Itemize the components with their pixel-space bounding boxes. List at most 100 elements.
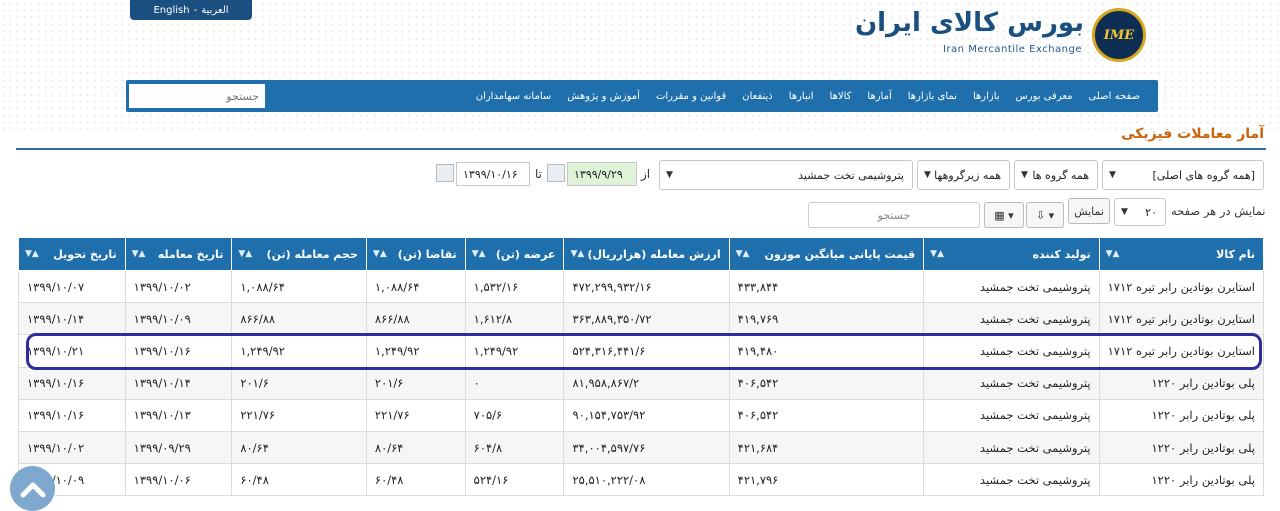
page-size-select[interactable]: ۲۰ ▼ bbox=[1114, 198, 1166, 226]
nav-item-shareholders[interactable]: سامانه سهامداران bbox=[468, 91, 560, 102]
table-row[interactable]: پلی بوتادین رابر ۱۲۲۰ پتروشیمی تخت جمشید ۴… bbox=[18, 398, 1265, 432]
table-cell: ۱۳۹۹/۱۰/۰۷ bbox=[18, 269, 126, 304]
col-header-volume[interactable]: حجم معامله (تن) ▲▼ bbox=[231, 237, 367, 271]
table-cell: ۵۲۴,۳۱۶,۴۴۱/۶ bbox=[563, 334, 730, 368]
ime-logo-icon: IME bbox=[1092, 8, 1146, 62]
col-header-demand[interactable]: تقاضا (تن) ▲▼ bbox=[365, 237, 466, 271]
table-cell: پلی بوتادین رابر ۱۲۲۰ bbox=[1098, 398, 1265, 432]
logo-subtitle: Iran Mercantile Exchange bbox=[942, 44, 1082, 55]
table-cell: ۸۶۶/۸۸ bbox=[231, 302, 367, 336]
nav-item-warehouses[interactable]: انبارها bbox=[781, 91, 822, 102]
sort-icon: ▲▼ bbox=[471, 249, 486, 259]
sort-icon: ▲▼ bbox=[1105, 249, 1120, 259]
page-title: آمار معاملات فیزیکی bbox=[1121, 126, 1264, 142]
sort-icon: ▲▼ bbox=[131, 249, 146, 259]
table-cell: ۸۰/۶۴ bbox=[365, 430, 466, 465]
table-row[interactable]: استایرن بوتادین رابر تیره ۱۷۱۲ پتروشیمی ت… bbox=[18, 302, 1265, 336]
col-header-price[interactable]: قیمت پایانی میانگین موزون ▲▼ bbox=[728, 237, 925, 271]
sort-icon: ▲▼ bbox=[25, 249, 39, 259]
table-header-row: نام کالا ▲▼ تولید کننده ▲▼ قیمت پایانی میا… bbox=[18, 237, 1265, 271]
nav-item-markets[interactable]: بازارها bbox=[965, 91, 1008, 102]
chevron-down-icon: ▼ bbox=[1021, 170, 1028, 180]
table-cell: ۴۰۶,۵۴۲ bbox=[728, 366, 925, 400]
table-row[interactable]: پلی بوتادین رابر ۱۲۲۰ پتروشیمی تخت جمشید ۴… bbox=[18, 463, 1265, 497]
table-cell: استایرن بوتادین رابر تیره ۱۷۱۲ bbox=[1098, 269, 1265, 304]
main-nav: صفحه اصلی معرفی بورس بازارها نمای بازاره… bbox=[126, 80, 1158, 112]
nav-item-about[interactable]: معرفی بورس bbox=[1008, 91, 1081, 102]
table-cell: ۶۰۴/۸ bbox=[464, 430, 565, 465]
table-cell: ۱,۵۳۲/۱۶ bbox=[464, 269, 565, 304]
chevron-down-icon: ▼ bbox=[924, 170, 931, 180]
scroll-to-top-button[interactable] bbox=[10, 466, 55, 511]
export-icon: ⇩ ▾ bbox=[1035, 208, 1055, 222]
table-cell: استایرن بوتادین رابر تیره ۱۷۱۲ bbox=[1098, 334, 1265, 368]
nav-item-market-view[interactable]: نمای بازارها bbox=[900, 91, 965, 102]
table-cell: پتروشیمی تخت جمشید bbox=[923, 269, 1100, 304]
col-header-producer[interactable]: تولید کننده ▲▼ bbox=[923, 237, 1100, 271]
table-row[interactable]: استایرن بوتادین رابر تیره ۱۷۱۲ پتروشیمی ت… bbox=[18, 334, 1265, 368]
table-cell: ۱,۶۱۲/۸ bbox=[464, 302, 565, 336]
from-label: از bbox=[641, 167, 651, 181]
subgroup-select[interactable]: همه زیرگروهها ▼ bbox=[917, 160, 1010, 190]
table-cell: ۰ bbox=[464, 366, 565, 400]
table-cell: پتروشیمی تخت جمشید bbox=[923, 366, 1100, 400]
table-cell: ۱۳۹۹/۱۰/۱۶ bbox=[18, 398, 126, 432]
to-label: تا bbox=[535, 167, 542, 181]
nav-item-home[interactable]: صفحه اصلی bbox=[1081, 91, 1148, 102]
language-switcher[interactable]: English - العربية bbox=[130, 0, 252, 20]
table-row[interactable]: پلی بوتادین رابر ۱۲۲۰ پتروشیمی تخت جمشید ۴… bbox=[18, 366, 1265, 400]
sort-icon: ▲▼ bbox=[372, 249, 387, 259]
table-cell: ۲۲۱/۷۶ bbox=[365, 398, 466, 432]
table-row[interactable]: استایرن بوتادین رابر تیره ۱۷۱۲ پتروشیمی ت… bbox=[18, 269, 1265, 304]
calendar-icon[interactable] bbox=[436, 164, 454, 182]
table-cell: ۶۰/۴۸ bbox=[231, 463, 367, 497]
table-cell: ۵۲۴/۱۶ bbox=[464, 463, 565, 497]
chevron-down-icon: ▼ bbox=[1121, 207, 1128, 217]
table-cell: ۲۰۱/۶ bbox=[231, 366, 367, 400]
table-cell: ۳۶۳,۸۸۹,۳۵۰/۷۲ bbox=[563, 302, 730, 336]
col-header-commodity[interactable]: نام کالا ▲▼ bbox=[1098, 237, 1265, 271]
table-cell: ۷۰۵/۶ bbox=[464, 398, 565, 432]
calendar-icon[interactable] bbox=[547, 164, 565, 182]
table-cell: ۱۳۹۹/۱۰/۱۴ bbox=[18, 302, 126, 336]
table-cell: ۱۳۹۹/۱۰/۱۳ bbox=[124, 398, 233, 432]
producer-select[interactable]: پتروشیمی تخت جمشید ▼ bbox=[659, 160, 913, 190]
chevron-down-icon: ▼ bbox=[666, 170, 673, 180]
table-search-input[interactable]: جستجو bbox=[808, 202, 980, 228]
nav-item-statistics[interactable]: آمارها bbox=[859, 91, 899, 102]
chevron-up-icon bbox=[20, 482, 45, 497]
export-button[interactable]: ⇩ ▾ bbox=[1026, 202, 1064, 228]
table-row[interactable]: پلی بوتادین رابر ۱۲۲۰ پتروشیمی تخت جمشید ۴… bbox=[18, 430, 1265, 465]
from-date-input[interactable]: ۱۳۹۹/۹/۲۹ bbox=[567, 162, 637, 186]
show-button[interactable]: نمایش bbox=[1068, 198, 1110, 224]
to-date-input[interactable]: ۱۳۹۹/۱۰/۱۶ bbox=[456, 162, 530, 186]
nav-item-stakeholders[interactable]: ذینفعان bbox=[734, 91, 781, 102]
sort-icon: ▲▼ bbox=[930, 249, 945, 259]
main-group-select[interactable]: [همه گروه های اصلی] ▼ bbox=[1102, 160, 1264, 190]
group-select[interactable]: همه گروه ها ▼ bbox=[1014, 160, 1098, 190]
nav-item-regulations[interactable]: قوانین و مقررات bbox=[648, 91, 734, 102]
table-cell: پتروشیمی تخت جمشید bbox=[923, 463, 1100, 497]
table-cell: ۱۳۹۹/۰۹/۲۹ bbox=[124, 430, 233, 465]
lang-english-link[interactable]: English bbox=[153, 5, 189, 16]
table-cell: پتروشیمی تخت جمشید bbox=[923, 334, 1100, 368]
table-cell: ۴۲۱,۶۸۴ bbox=[728, 430, 925, 465]
table-cell: پتروشیمی تخت جمشید bbox=[923, 398, 1100, 432]
lang-arabic-link[interactable]: العربية bbox=[201, 5, 228, 16]
col-header-delivery-date[interactable]: تاریخ تحویل ▲▼ bbox=[18, 237, 126, 271]
grid-icon: ▦ ▾ bbox=[994, 208, 1014, 222]
transactions-table: نام کالا ▲▼ تولید کننده ▲▼ قیمت پایانی میا… bbox=[18, 237, 1265, 497]
nav-search-input[interactable] bbox=[129, 84, 265, 108]
table-cell: ۴۲۱,۷۹۶ bbox=[728, 463, 925, 497]
table-cell: ۲۵,۵۱۰,۲۲۲/۰۸ bbox=[563, 463, 730, 497]
nav-item-education[interactable]: آموزش و پژوهش bbox=[559, 91, 648, 102]
table-cell: ۱,۲۴۹/۹۲ bbox=[464, 334, 565, 368]
col-header-value[interactable]: ارزش معامله (هزارریال) ▲▼ bbox=[563, 237, 730, 271]
nav-item-commodities[interactable]: کالاها bbox=[822, 91, 860, 102]
col-header-supply[interactable]: عرضه (تن) ▲▼ bbox=[464, 237, 565, 271]
col-header-trade-date[interactable]: تاریخ معامله ▲▼ bbox=[124, 237, 233, 271]
site-logo[interactable]: بورس کالای ایران Iran Mercantile Exchang… bbox=[855, 6, 1156, 64]
table-cell: ۱۳۹۹/۱۰/۰۲ bbox=[18, 430, 126, 465]
columns-button[interactable]: ▦ ▾ bbox=[984, 202, 1024, 228]
table-cell: ۴۳۳,۸۴۴ bbox=[728, 269, 925, 304]
